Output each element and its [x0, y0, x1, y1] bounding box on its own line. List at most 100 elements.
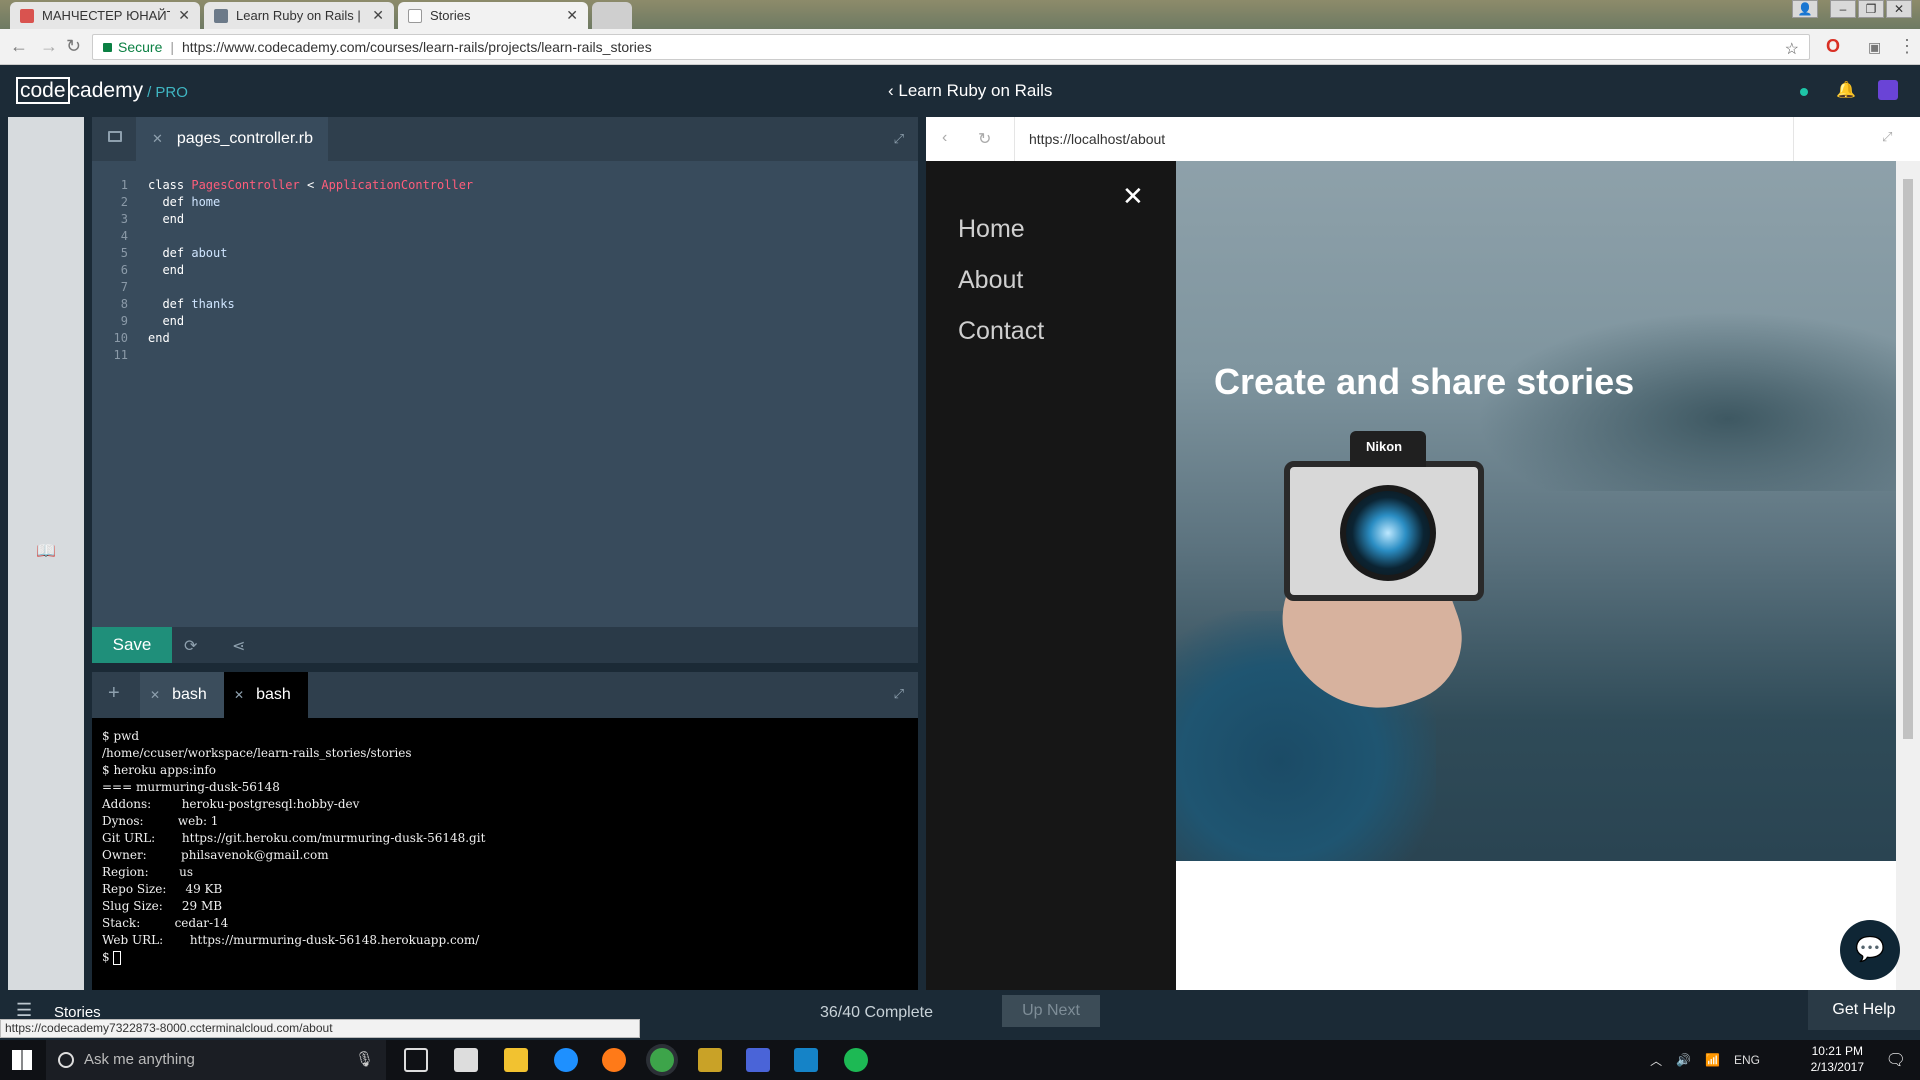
terminal-tab[interactable]: ✕ bash — [140, 672, 224, 718]
code-line[interactable]: 2 def home — [92, 194, 473, 211]
browser-tab-learn-rails[interactable]: Learn Ruby on Rails | Co ✕ — [204, 2, 394, 29]
new-tab-button[interactable] — [592, 2, 632, 29]
terminal-tab-active[interactable]: ✕ bash — [224, 672, 308, 718]
menu-item-home[interactable]: Home — [958, 215, 1025, 244]
notes-app-icon[interactable] — [794, 1048, 818, 1072]
edge-icon[interactable] — [554, 1048, 578, 1072]
code-line[interactable]: 3 end — [92, 211, 473, 228]
close-icon[interactable]: ✕ — [234, 688, 244, 702]
instructions-panel-collapsed[interactable]: 📖 — [8, 117, 84, 990]
add-terminal-icon[interactable]: + — [108, 682, 120, 705]
opera-icon[interactable]: O — [1826, 36, 1840, 57]
menu-icon[interactable]: ⋮ — [1898, 36, 1916, 57]
browser-tab-manutd[interactable]: МАНЧЕСТЕР ЮНАЙТЕД ✕ — [10, 2, 200, 29]
bell-icon[interactable]: 🔔 — [1836, 80, 1856, 100]
spotify-icon[interactable] — [844, 1048, 868, 1072]
task-view-icon[interactable] — [404, 1048, 428, 1072]
preview-url-input[interactable]: https://localhost/about — [1014, 117, 1794, 161]
app-icon[interactable] — [698, 1048, 722, 1072]
save-button[interactable]: Save — [92, 627, 172, 663]
code-line[interactable]: 7 — [92, 279, 473, 296]
get-help-button[interactable]: Get Help — [1808, 990, 1920, 1030]
code-line[interactable]: 4 — [92, 228, 473, 245]
code-token: < — [299, 178, 322, 192]
avatar[interactable] — [1878, 80, 1898, 100]
code-token: end — [148, 314, 185, 328]
terminal-panel[interactable]: + ✕ bash ✕ bash ⤢ $ pwd/home/ccuser/worksp… — [92, 672, 918, 990]
language-indicator[interactable]: ENG — [1734, 1053, 1760, 1067]
clock[interactable]: 10:21 PM 2/13/2017 — [1811, 1043, 1864, 1075]
microphone-icon[interactable]: 🎙 — [355, 1040, 374, 1080]
close-icon[interactable]: ✕ — [372, 7, 384, 24]
close-icon[interactable]: ✕ — [152, 131, 163, 146]
code-line[interactable]: 8 def thanks — [92, 296, 473, 313]
minimize-icon[interactable]: – — [1830, 0, 1856, 18]
side-menu: ✕ Home About Contact — [926, 161, 1176, 990]
file-explorer-icon[interactable] — [504, 1048, 528, 1072]
book-icon[interactable]: 📖 — [36, 541, 56, 561]
up-next-button[interactable]: Up Next — [1002, 995, 1100, 1027]
file-tab[interactable]: ✕ pages_controller.rb — [136, 117, 328, 161]
terminal-line: Addons: heroku-postgresql:hobby-dev — [102, 797, 360, 811]
cortana-search-input[interactable]: Ask me anything 🎙 — [46, 1040, 386, 1080]
code-content[interactable]: 1 class PagesController < ApplicationCont… — [92, 177, 474, 364]
close-menu-icon[interactable]: ✕ — [1122, 181, 1144, 212]
course-title-link[interactable]: ‹ Learn Ruby on Rails — [888, 81, 1052, 101]
forward-icon[interactable]: → — [40, 36, 58, 57]
windows-start-icon[interactable] — [12, 1050, 32, 1070]
save-app-icon[interactable] — [746, 1048, 770, 1072]
code-token: end — [148, 212, 185, 226]
close-icon[interactable]: ✕ — [150, 688, 160, 702]
extension-icon[interactable]: ▣ — [1868, 39, 1881, 56]
close-window-icon[interactable]: ✕ — [1886, 0, 1912, 18]
notification-icon[interactable]: 🗨 — [1886, 1050, 1906, 1070]
code-line[interactable]: 11 — [92, 347, 473, 364]
bookmark-star-icon[interactable]: ☆ — [1785, 38, 1799, 62]
url-input[interactable]: Secure | https://www.codecademy.com/course… — [92, 34, 1810, 60]
volume-icon[interactable]: 🔊 — [1676, 1053, 1691, 1067]
menu-item-about[interactable]: About — [958, 266, 1023, 295]
menu-item-contact[interactable]: Contact — [958, 317, 1044, 346]
expand-icon[interactable]: ⤢ — [894, 686, 904, 702]
store-icon[interactable] — [454, 1048, 478, 1072]
code-line[interactable]: 1 class PagesController < ApplicationCont… — [92, 177, 473, 194]
chevron-up-icon[interactable]: ︿ — [1650, 1052, 1662, 1069]
wifi-icon[interactable]: 📶 — [1705, 1053, 1720, 1067]
back-icon[interactable]: ← — [10, 36, 28, 57]
expand-icon[interactable]: ⤢ — [1882, 129, 1892, 145]
reload-icon[interactable]: ↻ — [66, 36, 81, 57]
code-line[interactable]: 6 end — [92, 262, 473, 279]
chrome-icon[interactable] — [650, 1048, 674, 1072]
code-line[interactable]: 5 def about — [92, 245, 473, 262]
back-icon[interactable]: ‹ — [942, 129, 947, 147]
user-icon[interactable]: 👤 — [1792, 0, 1818, 18]
browser-tab-stories[interactable]: Stories ✕ — [398, 2, 588, 29]
code-editor[interactable]: ✕ pages_controller.rb ⤢ 1 class PagesContr… — [92, 117, 918, 661]
terminal-line: Slug Size: 29 MB — [102, 899, 223, 913]
terminal-tab-bar: + ✕ bash ✕ bash ⤢ — [92, 672, 918, 718]
browser-preview: ‹ ↻ https://localhost/about ⤢ ✕ Home Abo… — [926, 117, 1920, 990]
expand-icon[interactable]: ⤢ — [894, 131, 904, 147]
share-icon[interactable]: ⋖ — [232, 636, 245, 656]
course-title: Learn Ruby on Rails — [898, 81, 1053, 100]
code-line[interactable]: 10 end — [92, 330, 473, 347]
firefox-icon[interactable] — [602, 1048, 626, 1072]
chat-icon[interactable]: 💬 — [1840, 920, 1900, 980]
reset-icon[interactable]: ⟳ — [184, 636, 197, 656]
scrollbar-thumb[interactable] — [1903, 179, 1913, 739]
menu-icon[interactable]: ☰ — [16, 1000, 32, 1021]
manutd-favicon-icon — [20, 8, 34, 23]
close-icon[interactable]: ✕ — [178, 7, 190, 24]
reload-icon[interactable]: ↻ — [978, 129, 991, 149]
clock-date: 2/13/2017 — [1810, 1060, 1864, 1074]
folder-icon[interactable] — [108, 131, 122, 142]
codecademy-logo[interactable]: code cademy / PRO — [16, 77, 188, 104]
code-line[interactable]: 9 end — [92, 313, 473, 330]
code-token: home — [191, 195, 221, 209]
close-icon[interactable]: ✕ — [566, 7, 578, 24]
scrollbar[interactable] — [1896, 161, 1920, 990]
terminal-cursor — [113, 950, 122, 965]
editor-action-bar: Save ⟳ ⋖ — [92, 627, 918, 663]
restore-icon[interactable]: ❐ — [1858, 0, 1884, 18]
terminal-output[interactable]: $ pwd/home/ccuser/workspace/learn-rails_… — [102, 728, 485, 966]
